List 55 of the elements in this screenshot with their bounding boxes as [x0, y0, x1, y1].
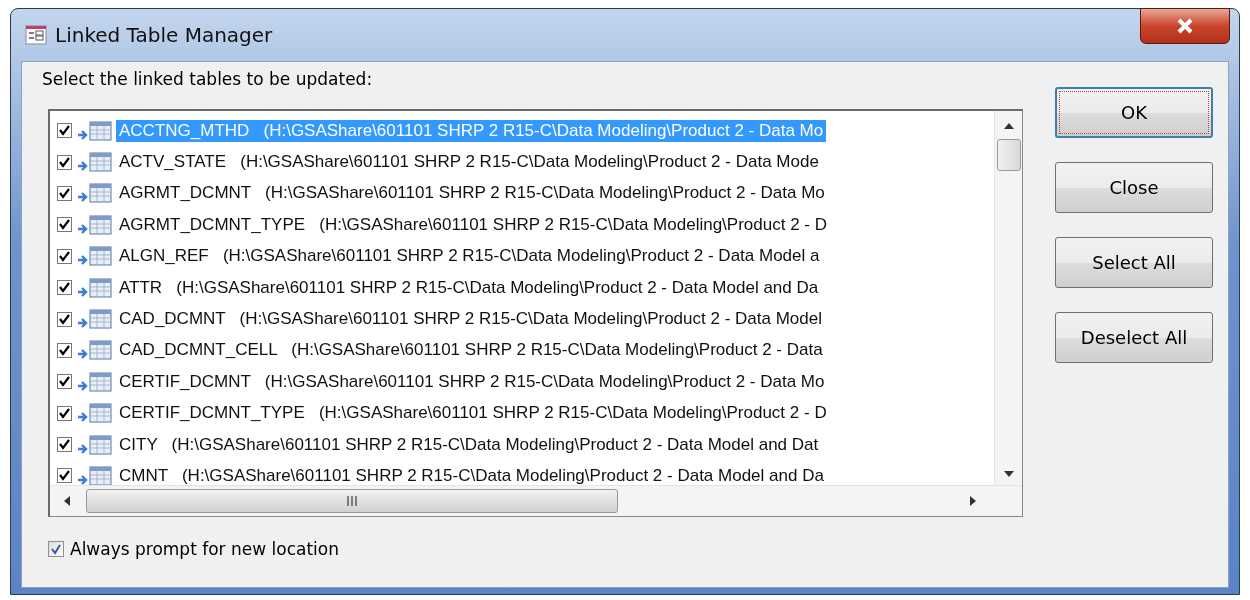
- linked-table-entry[interactable]: AGRMT_DCMNT (H:\GSAShare\601101 SHRP 2 R15-C\Data Modeling\Product 2 - Data Mo: [116, 182, 828, 205]
- linked-table-entry[interactable]: CITY (H:\GSAShare\601101 SHRP 2 R15-C\Data Modeling\Product 2 - Data Model and Dat: [116, 433, 822, 456]
- checkbox[interactable]: [57, 217, 72, 233]
- linked-table-entry[interactable]: CAD_DCMNT_CELL (H:\GSAShare\601101 SHRP 2 R15-C\Data Modeling\Product 2 - Data: [116, 339, 826, 362]
- checkbox[interactable]: [57, 311, 72, 327]
- linked-table-entry[interactable]: ATTR (H:\GSAShare\601101 SHRP 2 R15-C\Data Modeling\Product 2 - Data Model and Da: [116, 276, 822, 299]
- dialog-button[interactable]: OK: [1055, 87, 1213, 138]
- linked-table-entry[interactable]: ALGN_REF (H:\GSAShare\601101 SHRP 2 R15-C\Data Modeling\Product 2 - Data Model a: [116, 245, 823, 268]
- linked-table-entry[interactable]: CERTIF_DCMNT (H:\GSAShare\601101 SHRP 2 R15-C\Data Modeling\Product 2 - Data Mo: [116, 370, 828, 393]
- linked-table-entry[interactable]: AGRMT_DCMNT_TYPE (H:\GSAShare\601101 SHRP 2 R15-C\Data Modeling\Product 2 - D: [116, 213, 830, 236]
- scrollbar-thumb[interactable]: [996, 139, 1021, 171]
- linked-table-icon: [76, 433, 114, 456]
- linked-table-icon: [76, 119, 114, 142]
- checkbox[interactable]: [57, 405, 72, 421]
- linked-table-entry[interactable]: CERTIF_DCMNT_TYPE (H:\GSAShare\601101 SHRP 2 R15-C\Data Modeling\Product 2 - D: [116, 402, 830, 425]
- checkbox[interactable]: [57, 468, 72, 484]
- linked-table-entry[interactable]: CMNT (H:\GSAShare\601101 SHRP 2 R15-C\Data Modeling\Product 2 - Data Model and Da: [116, 465, 827, 485]
- checkbox[interactable]: [57, 342, 72, 358]
- scroll-up-icon: [1003, 123, 1014, 129]
- dialog-button[interactable]: Select All: [1055, 237, 1213, 288]
- linked-table-icon: [76, 339, 114, 362]
- linked-table-entry[interactable]: ACTV_STATE (H:\GSAShare\601101 SHRP 2 R15-C\Data Modeling\Product 2 - Data Mode: [116, 151, 822, 174]
- linked-table-icon: [76, 465, 114, 485]
- scrollbar-thumb[interactable]: [86, 489, 618, 513]
- linked-table-icon: [76, 402, 114, 425]
- scroll-left-icon: [64, 496, 70, 506]
- window-title: Linked Table Manager: [55, 23, 273, 47]
- scroll-down-icon: [1003, 471, 1014, 477]
- horizontal-scrollbar[interactable]: [50, 485, 1022, 516]
- linked-table-icon: [76, 370, 114, 393]
- checkbox[interactable]: [57, 154, 72, 170]
- linked-table-icon: [76, 276, 114, 299]
- checkbox[interactable]: [57, 248, 72, 264]
- linked-table-icon: [76, 151, 114, 174]
- vertical-scrollbar[interactable]: [994, 111, 1022, 485]
- linked-table-entry[interactable]: CAD_DCMNT (H:\GSAShare\601101 SHRP 2 R15-C\Data Modeling\Product 2 - Data Model: [116, 308, 825, 331]
- checkbox-label[interactable]: Always prompt for new location: [70, 539, 339, 559]
- checkbox[interactable]: [57, 185, 72, 201]
- checkbox[interactable]: [57, 123, 72, 139]
- linked-table-icon: [76, 308, 114, 331]
- dialog-button[interactable]: Close: [1055, 162, 1213, 213]
- checkbox[interactable]: [57, 280, 72, 296]
- checkbox[interactable]: [57, 437, 72, 453]
- linked-table-icon: [76, 245, 114, 268]
- close-button[interactable]: [1140, 8, 1230, 44]
- checkbox[interactable]: [48, 541, 64, 557]
- instruction-label: Select the linked tables to be updated:: [42, 69, 374, 89]
- close-icon: [1176, 18, 1194, 34]
- linked-table-icon: [76, 213, 114, 236]
- form-icon: [25, 25, 47, 45]
- grip-icon: [346, 496, 358, 506]
- dialog-button[interactable]: Deselect All: [1055, 312, 1213, 363]
- checkbox[interactable]: [57, 374, 72, 390]
- scroll-right-icon: [970, 496, 976, 506]
- linked-table-icon: [76, 182, 114, 205]
